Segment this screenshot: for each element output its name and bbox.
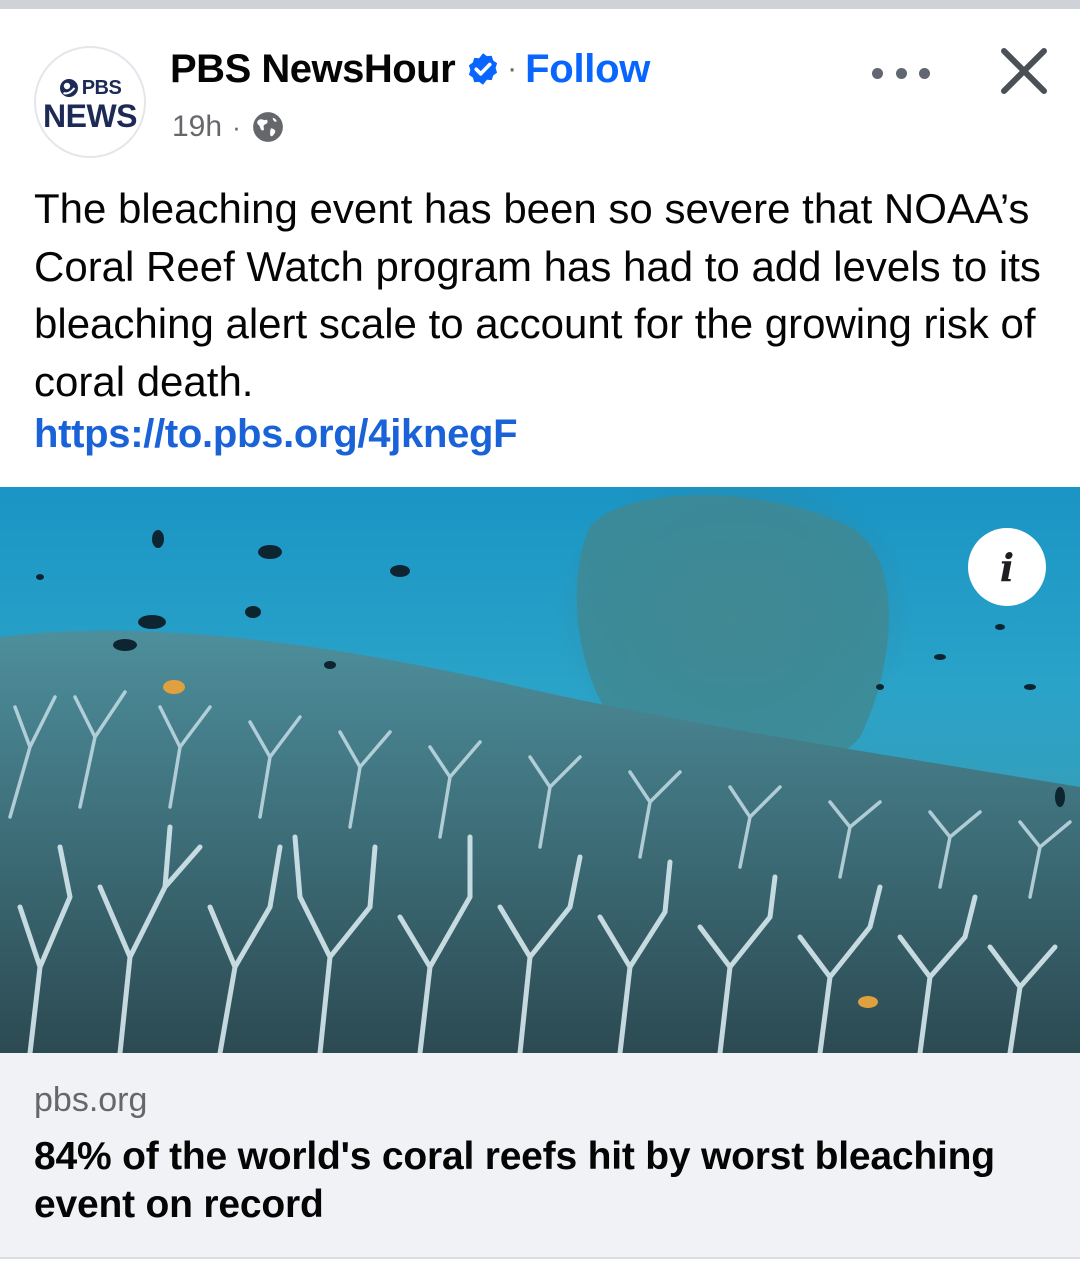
follow-button[interactable]: Follow [525, 47, 650, 92]
link-preview-card[interactable]: pbs.org 84% of the world's coral reefs h… [0, 1053, 1080, 1257]
meta-separator: · [232, 111, 241, 142]
more-dot [919, 67, 930, 79]
post-body-text: The bleaching event has been so severe t… [34, 185, 1041, 405]
top-divider [0, 0, 1080, 9]
coral-reef-photo [0, 487, 1080, 1053]
post-link[interactable]: https://to.pbs.org/4jknegF [34, 412, 518, 457]
verified-badge-icon [469, 53, 498, 85]
more-dot [895, 67, 907, 79]
page-name-link[interactable]: PBS NewsHour [170, 47, 456, 92]
avatar-logo-row: PBS [59, 77, 122, 100]
more-dot [872, 67, 883, 79]
bottom-divider [0, 1257, 1080, 1262]
pbs-logo-icon [59, 79, 78, 97]
close-icon[interactable] [994, 41, 1054, 101]
article-image[interactable] [0, 487, 1080, 1053]
link-domain: pbs.org [34, 1081, 148, 1119]
more-options-icon[interactable] [872, 53, 930, 93]
post-meta: 19h · [172, 107, 285, 147]
link-headline[interactable]: 84% of the world's coral reefs hit by wo… [34, 1133, 1044, 1229]
avatar-pbs-text: PBS [81, 76, 122, 99]
avatar-news-text: NEWS [43, 97, 138, 134]
author-row: PBS NewsHour · Follow [170, 45, 650, 93]
post-header: PBS NEWS PBS NewsHour · Follow 19h · [0, 9, 1080, 169]
info-icon[interactable]: i [968, 528, 1046, 606]
globe-icon[interactable] [251, 110, 285, 144]
avatar[interactable]: PBS NEWS [34, 46, 146, 158]
post-timestamp[interactable]: 19h [172, 110, 222, 144]
separator-dot: · [507, 52, 518, 85]
